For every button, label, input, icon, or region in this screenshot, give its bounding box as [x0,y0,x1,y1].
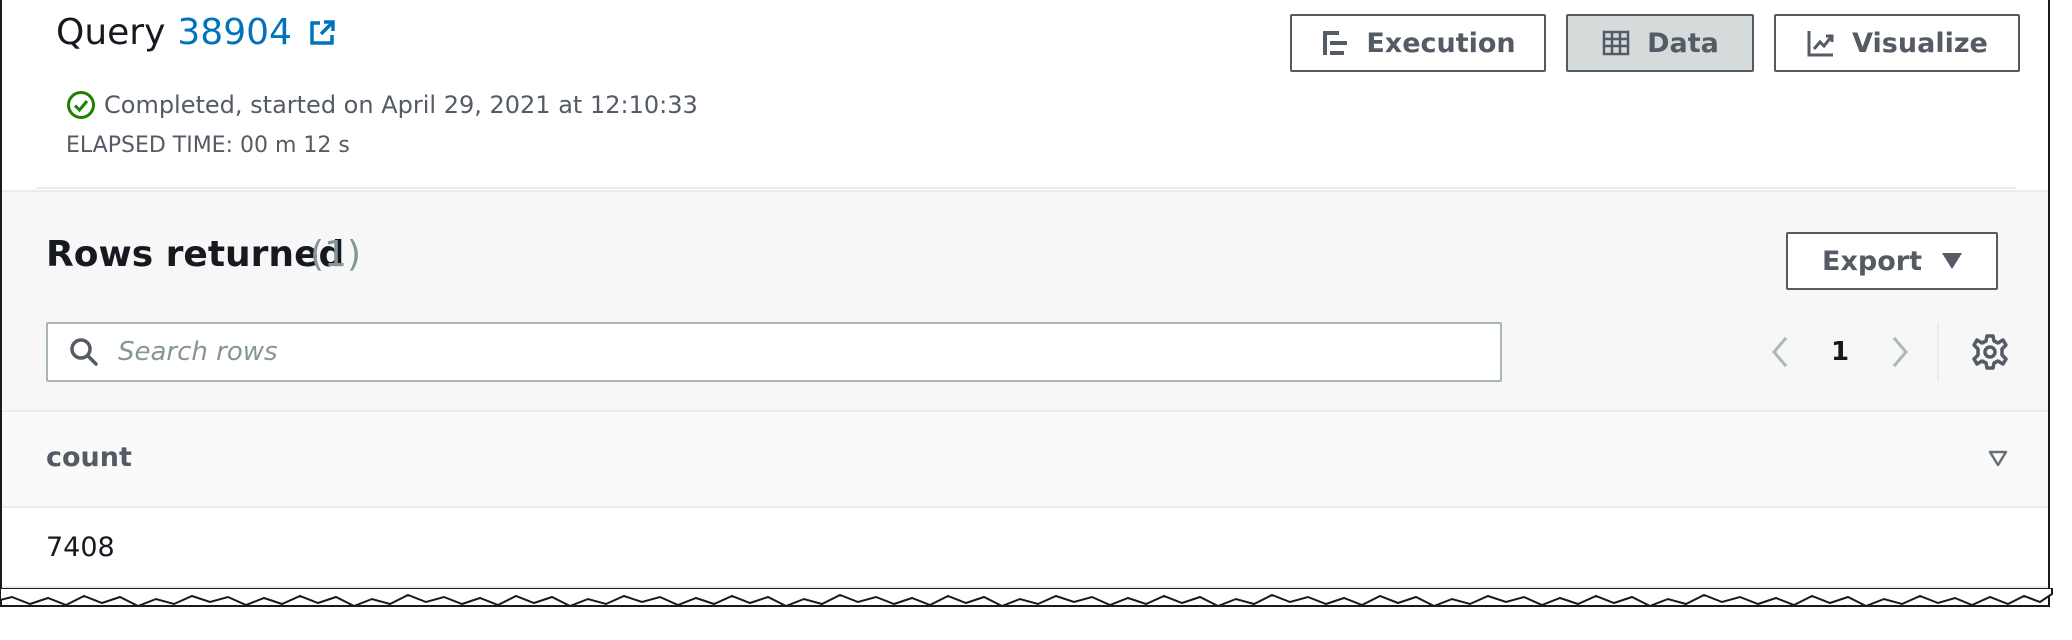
data-button[interactable]: Data [1566,14,1754,72]
query-status: Completed, started on April 29, 2021 at … [66,90,698,120]
export-label: Export [1822,245,1922,277]
query-title: Query 38904 [56,12,338,53]
search-rows-field[interactable] [46,322,1502,382]
table-cell-count: 7408 [46,532,115,563]
rows-returned-title: Rows returned [46,234,345,275]
table-header-row: count [2,410,2048,508]
page-number[interactable]: 1 [1798,337,1882,367]
search-icon [70,338,98,366]
torn-edge-decoration [0,588,2053,608]
query-id-link[interactable]: 38904 [177,12,292,53]
rows-returned-count: (1) [310,234,361,275]
chevron-right-icon [1892,337,1908,367]
chevron-left-icon [1772,337,1788,367]
export-dropdown-button[interactable]: Export [1786,232,1998,290]
sort-triangle-icon[interactable] [1988,448,2008,468]
search-input[interactable] [116,336,1420,368]
data-label: Data [1647,27,1719,59]
query-label: Query [56,12,166,53]
table-row: 7408 [2,508,2048,588]
execution-icon [1323,31,1348,55]
results-container: Rows returned (1) Export 1 [2,190,2048,412]
visualize-button[interactable]: Visualize [1774,14,2020,72]
query-results-panel: Query 38904 Completed, started on April … [0,0,2050,607]
elapsed-time: ELAPSED TIME: 00 m 12 s [66,133,350,158]
gear-icon[interactable] [1970,332,2010,372]
table-icon [1602,30,1630,56]
query-header: Query 38904 Completed, started on April … [2,0,2048,190]
check-circle-icon [67,91,95,119]
execution-button[interactable]: Execution [1290,14,1546,72]
prev-page-button[interactable] [1762,334,1798,370]
visualize-label: Visualize [1852,27,1988,59]
next-page-button[interactable] [1882,334,1918,370]
chart-icon [1807,31,1834,57]
status-text: Completed, started on April 29, 2021 at … [104,91,698,119]
pager-divider [1937,322,1939,382]
column-header-count[interactable]: count [46,442,132,473]
pagination: 1 [1762,324,1918,380]
execution-label: Execution [1366,27,1516,59]
header-divider [36,187,2016,189]
external-link-icon[interactable] [306,17,338,49]
caret-down-icon [1941,253,1962,269]
